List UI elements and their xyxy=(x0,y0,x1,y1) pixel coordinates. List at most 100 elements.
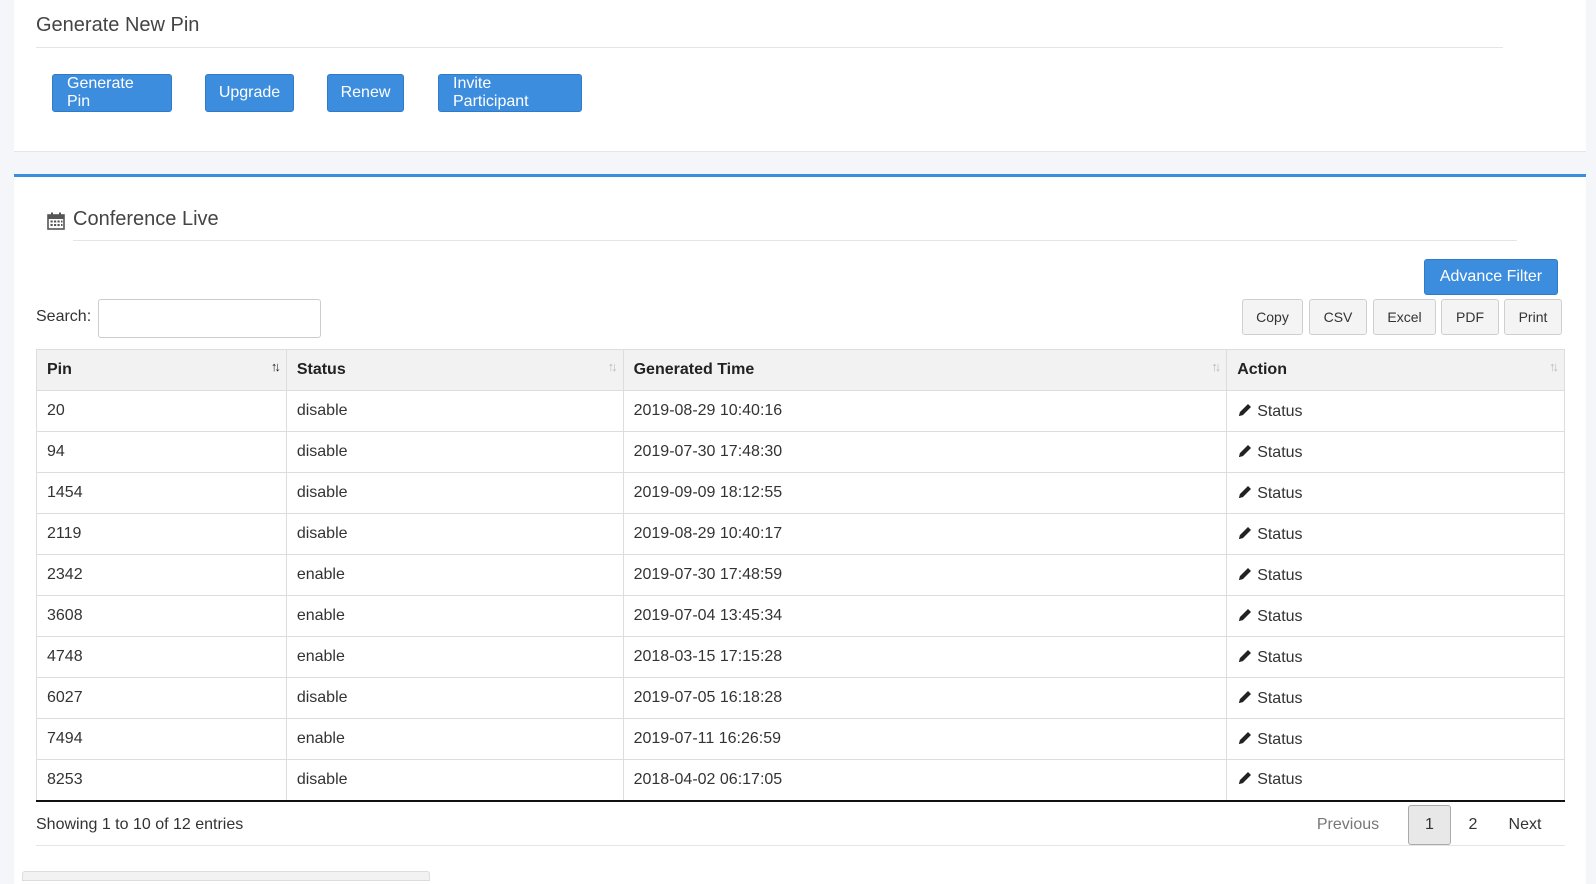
search-label: Search: xyxy=(36,308,92,325)
edit-status-link[interactable]: Status xyxy=(1237,567,1303,584)
cell-pin: 1454 xyxy=(36,472,287,514)
cell-action: Status xyxy=(1226,595,1565,637)
edit-status-link[interactable]: Status xyxy=(1237,443,1303,461)
table-row: 8253 disable 2018-04-02 06:17:05 Status xyxy=(36,759,1565,802)
edit-status-label: Status xyxy=(1257,689,1303,707)
cell-pin: 94 xyxy=(36,431,287,473)
edit-status-link[interactable]: Status xyxy=(1237,689,1303,707)
table-row: 3608 enable 2019-07-04 13:45:34 Status xyxy=(36,595,1565,637)
cell-status: disable xyxy=(285,513,624,555)
generate-pin-panel: Generate New Pin Generate Pin Upgrade Re… xyxy=(14,0,1586,152)
cell-generated-time: 2019-09-09 18:12:55 xyxy=(622,472,1228,514)
edit-status-link[interactable]: Status xyxy=(1237,649,1303,666)
cell-generated-time: 2018-04-02 06:17:05 xyxy=(622,759,1228,802)
edit-status-link[interactable]: Status xyxy=(1237,525,1303,543)
cell-generated-time: 2019-07-05 16:18:28 xyxy=(622,677,1228,719)
table-info: Showing 1 to 10 of 12 entries xyxy=(36,816,244,833)
cell-pin: 2342 xyxy=(36,554,287,596)
sort-arrows-icon: ↑↓ xyxy=(1549,359,1559,374)
cell-status: enable xyxy=(285,554,624,596)
column-header-pin[interactable]: Pin ↑↓ xyxy=(36,349,287,391)
page-2-button[interactable]: 2 xyxy=(1454,805,1492,845)
edit-status-link[interactable]: Status xyxy=(1237,771,1303,789)
print-button[interactable]: Print xyxy=(1504,299,1562,335)
cell-action: Status xyxy=(1226,513,1565,555)
table-row: 7494 enable 2019-07-11 16:26:59 Status xyxy=(36,718,1565,760)
cell-action: Status xyxy=(1226,431,1565,473)
pencil-icon xyxy=(1239,649,1252,662)
cell-status: disable xyxy=(285,759,624,802)
cell-status: disable xyxy=(285,677,624,719)
upgrade-button[interactable]: Upgrade xyxy=(205,74,294,112)
cell-status: disable xyxy=(285,431,624,473)
sort-arrows-icon: ↑↓ xyxy=(1211,359,1221,374)
csv-button[interactable]: CSV xyxy=(1309,299,1367,335)
pencil-icon xyxy=(1239,403,1252,416)
table-row: 6027 disable 2019-07-05 16:18:28 Status xyxy=(36,677,1565,719)
cell-action: Status xyxy=(1226,636,1565,678)
cell-pin: 3608 xyxy=(36,595,287,637)
pencil-icon xyxy=(1239,485,1252,498)
cell-status: disable xyxy=(285,472,624,514)
cell-pin: 4748 xyxy=(36,636,287,678)
previous-page-button[interactable]: Previous xyxy=(1307,805,1389,845)
cell-status: enable xyxy=(285,636,624,678)
edit-status-label: Status xyxy=(1257,443,1303,461)
cell-action: Status xyxy=(1226,759,1565,802)
cell-action: Status xyxy=(1226,554,1565,596)
cell-action: Status xyxy=(1226,472,1565,514)
cell-action: Status xyxy=(1226,390,1565,432)
conference-table: Pin ↑↓ Status ↑↓ Generated Time ↑↓ Action ↑↓… xyxy=(36,349,1565,802)
edit-status-label: Status xyxy=(1257,484,1303,502)
cell-pin: 7494 xyxy=(36,718,287,760)
cell-status: enable xyxy=(285,595,624,637)
edit-status-label: Status xyxy=(1257,525,1303,543)
edit-status-link[interactable]: Status xyxy=(1237,402,1303,420)
edit-status-link[interactable]: Status xyxy=(1237,730,1303,748)
page-1-button[interactable]: 1 xyxy=(1408,805,1451,845)
generate-pin-title: Generate New Pin xyxy=(36,14,200,36)
cell-generated-time: 2019-07-30 17:48:30 xyxy=(622,431,1228,473)
sort-arrows-icon: ↑↓ xyxy=(607,359,618,374)
calendar-icon xyxy=(47,212,65,230)
cell-generated-time: 2019-07-04 13:45:34 xyxy=(622,595,1228,637)
pencil-icon xyxy=(1239,608,1252,621)
title-divider xyxy=(73,240,1517,241)
edit-status-link[interactable]: Status xyxy=(1237,484,1303,502)
table-row: 20 disable 2019-08-29 10:40:16 Status xyxy=(36,390,1565,432)
column-header-status[interactable]: Status ↑↓ xyxy=(285,349,624,391)
edit-status-label: Status xyxy=(1257,771,1303,789)
cell-generated-time: 2019-07-30 17:48:59 xyxy=(622,554,1228,596)
conference-live-panel: Conference Live Advance Filter Search: C… xyxy=(14,174,1586,884)
copy-button[interactable]: Copy xyxy=(1242,299,1303,335)
cell-generated-time: 2019-08-29 10:40:17 xyxy=(622,513,1228,555)
cell-status: enable xyxy=(285,718,624,760)
advance-filter-button[interactable]: Advance Filter xyxy=(1424,259,1558,295)
next-page-button[interactable]: Next xyxy=(1494,805,1556,845)
edit-status-link[interactable]: Status xyxy=(1237,607,1303,625)
cell-action: Status xyxy=(1226,718,1565,760)
table-row: 94 disable 2019-07-30 17:48:30 Status xyxy=(36,431,1565,473)
excel-button[interactable]: Excel xyxy=(1373,299,1436,335)
search-input[interactable] xyxy=(98,299,321,338)
title-divider xyxy=(36,47,1503,48)
column-header-action[interactable]: Action ↑↓ xyxy=(1226,349,1565,391)
table-row: 4748 enable 2018-03-15 17:15:28 Status xyxy=(36,636,1565,678)
sort-arrows-icon: ↑↓ xyxy=(270,359,281,374)
footer-divider xyxy=(36,845,1565,846)
edit-status-label: Status xyxy=(1257,730,1303,748)
pdf-button[interactable]: PDF xyxy=(1441,299,1499,335)
cell-generated-time: 2018-03-15 17:15:28 xyxy=(622,636,1228,678)
invite-participant-button[interactable]: Invite Participant xyxy=(438,74,582,112)
edit-status-label: Status xyxy=(1257,607,1303,625)
cell-generated-time: 2019-07-11 16:26:59 xyxy=(622,718,1228,760)
renew-button[interactable]: Renew xyxy=(327,74,404,112)
column-header-generated-time[interactable]: Generated Time ↑↓ xyxy=(622,349,1228,391)
cell-pin: 8253 xyxy=(36,759,287,802)
pencil-icon xyxy=(1239,526,1252,539)
table-row: 2119 disable 2019-08-29 10:40:17 Status xyxy=(36,513,1565,555)
cell-generated-time: 2019-08-29 10:40:16 xyxy=(622,390,1228,432)
generate-pin-button[interactable]: Generate Pin xyxy=(52,74,172,112)
edit-status-label: Status xyxy=(1257,402,1303,420)
pencil-icon xyxy=(1239,567,1252,580)
